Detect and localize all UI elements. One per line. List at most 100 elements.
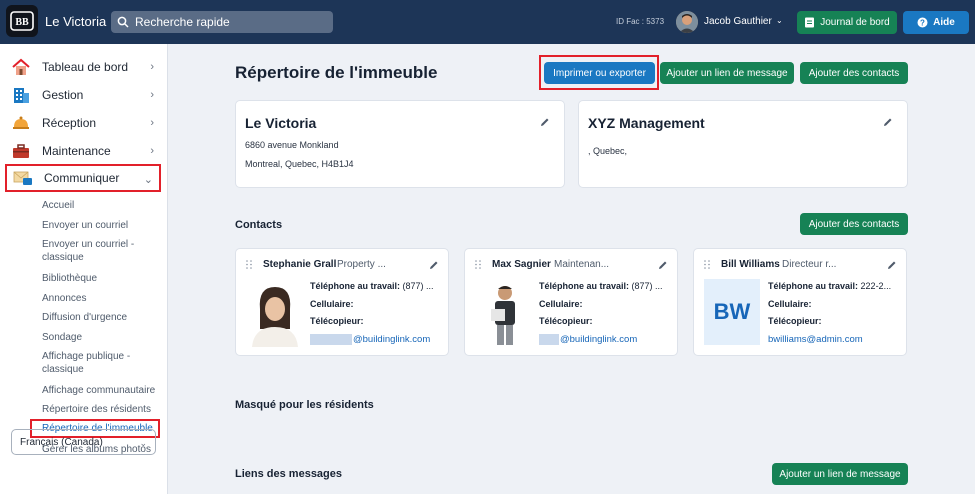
help-label: Aide [933,17,955,28]
contact-initials-avatar: BW [704,279,760,345]
sub-item-annonces[interactable]: Annonces [42,292,160,305]
sub-item-envoyer-courriel[interactable]: Envoyer un courriel [42,219,160,232]
cell-label: Cellulaire: [768,299,812,309]
chevron-down-icon: ⌄ [143,174,153,186]
contact-fax: Télécopieur: [310,316,364,326]
contact-work-phone: Téléphone au travail: (877) ... [310,281,434,291]
journal-icon [805,17,815,28]
contact-cell: Cellulaire: [539,299,583,309]
fax-label: Télécopieur: [310,316,364,326]
page-title: Répertoire de l'immeuble [235,63,438,82]
email-value: @buildinglink.com [353,334,431,346]
chevron-right-icon: › [150,89,154,101]
contact-name: Max Sagnier [492,259,551,270]
user-menu[interactable]: Jacob Gauthier [704,16,772,27]
contact-email-link[interactable]: @buildinglink.com [310,334,430,345]
building-card: Le Victoria 6860 avenue Monkland Montrea… [235,100,565,188]
chevron-right-icon: › [150,117,154,129]
email-value: @buildinglink.com [560,334,638,346]
help-icon: ? [917,17,928,28]
work-phone-value: (877) ... [631,281,663,291]
avatar[interactable] [676,11,698,33]
cell-label: Cellulaire: [310,299,354,309]
contact-email-link[interactable]: @buildinglink.com [539,334,637,345]
contact-role: Directeur r... [782,259,837,270]
sidebar-item-label: Communiquer [44,171,120,185]
sub-item-sondage[interactable]: Sondage [42,331,160,344]
hidden-section-title: Masqué pour les résidents [235,399,374,411]
contact-cell: Cellulaire: [768,299,812,309]
drag-handle-icon[interactable] [704,260,710,269]
contact-role: Maintenan... [554,259,610,270]
edit-pencil-icon[interactable] [883,117,893,127]
sidebar-item-label: Gestion [42,88,84,102]
language-select[interactable]: Français (Canada) ⌄ [11,429,156,455]
sidebar-item-communiquer[interactable]: Communiquer ⌄ [5,164,161,192]
sidebar-item-label: Tableau de bord [42,60,129,74]
journal-label: Journal de bord [820,17,890,28]
sub-item-repertoire-residents[interactable]: Répertoire des résidents [42,403,160,416]
contact-work-phone: Téléphone au travail: 222-2... [768,281,891,291]
building-name: Le Victoria [245,115,317,131]
sidebar-item-maintenance[interactable]: Maintenance › [10,140,160,162]
print-export-button[interactable]: Imprimer ou exporter [544,62,655,84]
svg-text:?: ? [920,18,925,27]
contact-name: Bill Williams [721,259,780,270]
management-address: , Quebec, [588,146,628,156]
sidebar: Tableau de bord › Gestion › Réception › … [0,44,168,494]
add-contacts-button-secondary[interactable]: Ajouter des contacts [800,213,908,235]
svg-text:BB: BB [15,17,29,28]
logo-icon[interactable]: BB [6,5,38,37]
sub-item-diffusion-urgence[interactable]: Diffusion d'urgence [42,311,160,324]
add-message-link-button[interactable]: Ajouter un lien de message [660,62,794,84]
edit-pencil-icon[interactable] [540,117,550,127]
drag-handle-icon[interactable] [246,260,252,269]
edit-pencil-icon[interactable] [887,260,897,270]
chevron-right-icon: › [150,61,154,73]
contact-card: Max Sagnier Maintenan... Téléphone au tr… [464,248,678,356]
management-card: XYZ Management , Quebec, [578,100,908,188]
search-icon [117,16,129,28]
help-button[interactable]: ? Aide [903,11,969,34]
sub-item-envoyer-courriel-classique[interactable]: Envoyer un courriel - classique [42,238,160,264]
toolbox-icon [10,142,32,160]
redacted-block [539,334,559,345]
contact-fax: Télécopieur: [539,316,593,326]
building-address-line1: 6860 avenue Monkland [245,140,339,150]
chevron-right-icon: › [150,145,154,157]
edit-pencil-icon[interactable] [658,260,668,270]
search-input[interactable]: Recherche rapide [111,11,333,33]
contact-card: Stephanie Grall Property ... Téléphone a… [235,248,449,356]
journal-button[interactable]: Journal de bord [797,11,897,34]
contact-fax: Télécopieur: [768,316,822,326]
sub-item-accueil[interactable]: Accueil [42,199,160,212]
bell-icon [10,114,32,132]
sidebar-item-tableau-de-bord[interactable]: Tableau de bord › [10,56,160,78]
work-phone-value: 222-2... [860,281,892,291]
fax-label: Télécopieur: [768,316,822,326]
message-icon [12,169,34,187]
drag-handle-icon[interactable] [475,260,481,269]
sidebar-item-gestion[interactable]: Gestion › [10,84,160,106]
work-phone-label: Téléphone au travail: [539,281,630,291]
redacted-block [310,334,352,345]
sub-item-affichage-communautaire[interactable]: Affichage communautaire [42,384,160,397]
facility-id: ID Fac : 5373 [616,17,665,26]
add-contacts-button[interactable]: Ajouter des contacts [800,62,908,84]
contact-email-link[interactable]: bwilliams@admin.com [768,334,863,345]
home-icon [10,58,32,76]
building-icon [10,86,32,104]
contact-role: Property ... [337,259,386,270]
search-placeholder: Recherche rapide [135,15,230,29]
links-section-title: Liens des messages [235,468,343,480]
building-address-line2: Montreal, Quebec, H4B1J4 [245,159,354,169]
sidebar-item-reception[interactable]: Réception › [10,112,160,134]
edit-pencil-icon[interactable] [429,260,439,270]
sub-item-bibliotheque[interactable]: Bibliothèque [42,272,160,285]
app-title: Le Victoria [45,14,107,29]
contacts-section-title: Contacts [235,219,283,231]
add-message-link-button-secondary[interactable]: Ajouter un lien de message [772,463,908,485]
contact-work-phone: Téléphone au travail: (877) ... [539,281,663,291]
chevron-down-icon[interactable]: ⌄ [776,16,783,25]
sub-item-affichage-publique-classique[interactable]: Affichage publique - classique [42,350,160,376]
